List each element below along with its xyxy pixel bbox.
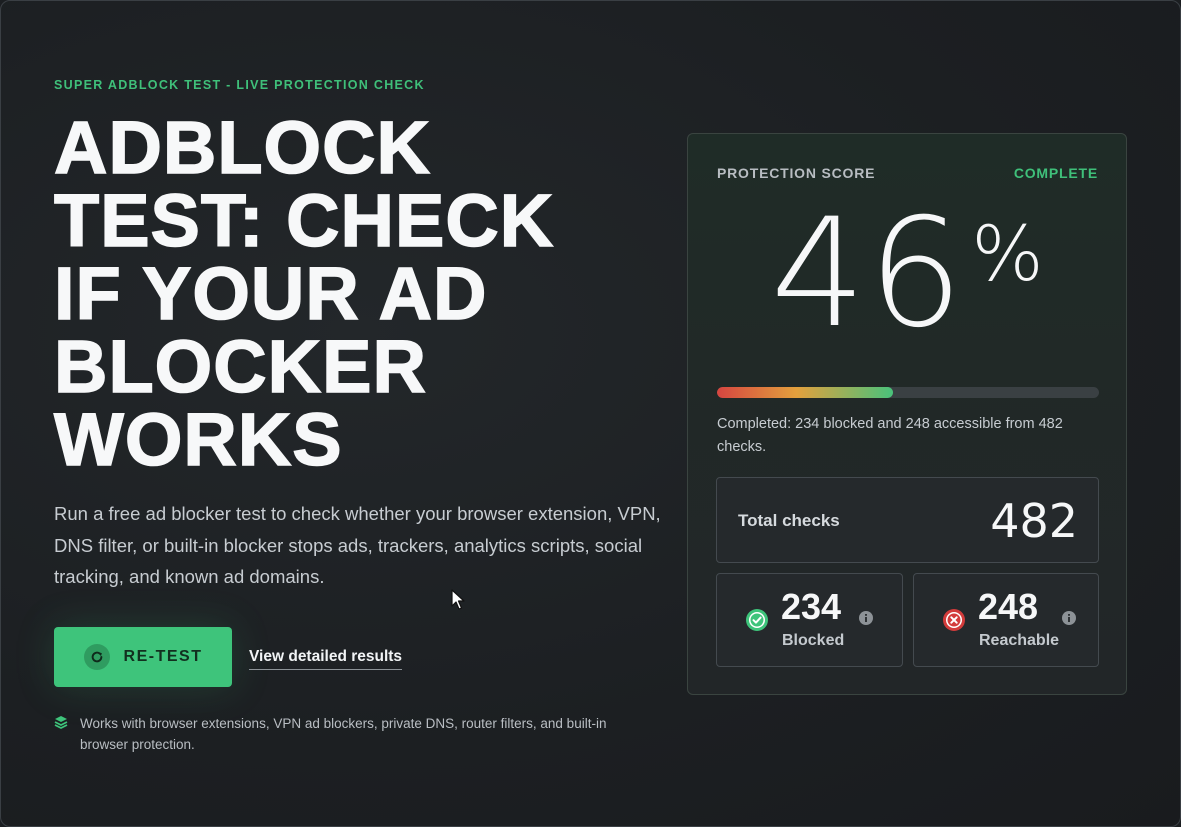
total-checks-label: Total checks bbox=[738, 511, 840, 530]
reachable-count: 248 bbox=[978, 586, 1039, 627]
check-circle-icon bbox=[745, 608, 769, 632]
blocked-label: Blocked bbox=[782, 632, 845, 649]
compatibility-note-text: Works with browser extensions, VPN ad bl… bbox=[80, 716, 607, 752]
blocked-count: 234 bbox=[781, 586, 842, 627]
info-icon[interactable] bbox=[859, 611, 873, 625]
refresh-icon bbox=[83, 644, 110, 670]
blocked-stat-card: 234 Blocked bbox=[716, 573, 903, 667]
retest-label: RE-TEST bbox=[123, 648, 203, 665]
progress-bar bbox=[717, 387, 1099, 398]
progress-fill bbox=[717, 387, 893, 398]
lead-paragraph: Run a free ad blocker test to check whet… bbox=[54, 503, 661, 587]
retest-button[interactable]: RE-TEST bbox=[54, 627, 232, 687]
protection-score-label: PROTECTION SCORE bbox=[717, 165, 876, 181]
title-line: TEST: CHECK bbox=[53, 179, 555, 262]
status-badge: COMPLETE bbox=[1013, 165, 1098, 181]
x-circle-icon bbox=[942, 608, 966, 632]
title-line: ADBLOCK bbox=[53, 106, 431, 189]
compatibility-note: Works with browser extensions, VPN ad bl… bbox=[54, 713, 654, 755]
mouse-cursor-icon bbox=[451, 589, 465, 616]
info-icon[interactable] bbox=[1062, 611, 1076, 625]
score-readout: 46% bbox=[688, 194, 1126, 354]
protection-score-panel: PROTECTION SCORE COMPLETE 46% Completed:… bbox=[687, 133, 1127, 695]
total-checks-card: Total checks 482 bbox=[716, 477, 1099, 563]
reachable-stat-card: 248 Reachable bbox=[913, 573, 1099, 667]
layers-icon bbox=[54, 715, 70, 755]
page: SUPER ADBLOCK TEST - LIVE PROTECTION CHE… bbox=[0, 0, 1181, 827]
title-line: WORKS bbox=[53, 398, 343, 481]
reachable-label: Reachable bbox=[979, 632, 1060, 649]
percent-sign: % bbox=[971, 209, 1044, 298]
total-checks-value: 482 bbox=[990, 494, 1078, 548]
title-line: BLOCKER bbox=[53, 325, 427, 408]
page-title: ADBLOCK TEST: CHECK IF YOUR AD BLOCKER W… bbox=[53, 106, 654, 481]
result-summary: Completed: 234 blocked and 248 accessibl… bbox=[717, 416, 1063, 455]
score-value: 46 bbox=[770, 187, 966, 361]
eyebrow-label: SUPER ADBLOCK TEST - LIVE PROTECTION CHE… bbox=[54, 78, 425, 92]
view-detailed-results-link[interactable]: View detailed results bbox=[249, 648, 403, 670]
title-line: IF YOUR AD bbox=[53, 252, 488, 335]
